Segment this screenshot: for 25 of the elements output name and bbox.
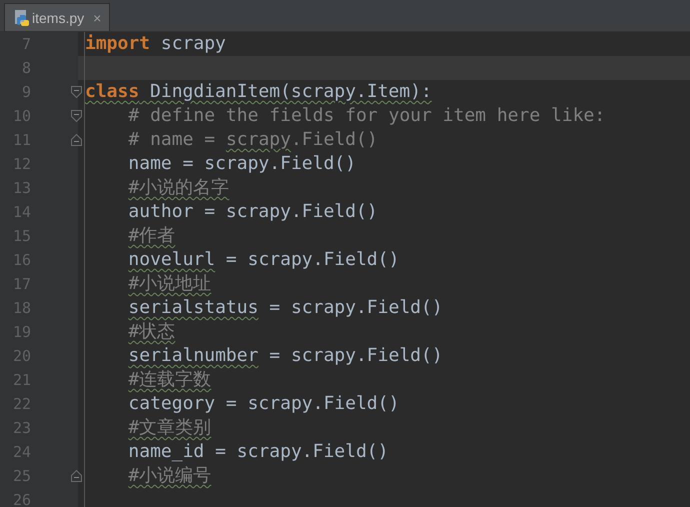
code-line: #小说编号 bbox=[128, 465, 212, 486]
fold-marker-icon[interactable] bbox=[71, 134, 82, 146]
code-line: author = scrapy.Field() bbox=[128, 201, 378, 222]
code-line: #状态 bbox=[128, 321, 176, 342]
code-line: serialnumber = scrapy.Field() bbox=[128, 345, 443, 366]
code-line: #连载字数 bbox=[128, 369, 212, 390]
code-line: #文章类别 bbox=[128, 417, 212, 438]
code-line: #小说地址 bbox=[128, 273, 212, 294]
code-line: name = scrapy.Field() bbox=[128, 153, 356, 174]
code-line: # define the fields for your item here like: bbox=[128, 105, 606, 126]
close-icon[interactable]: × bbox=[93, 10, 102, 26]
code-line: serialstatus = scrapy.Field() bbox=[128, 297, 443, 318]
code-line: class DingdianItem(scrapy.Item): bbox=[85, 81, 432, 102]
fold-marker-icon[interactable] bbox=[71, 110, 82, 122]
code-line: category = scrapy.Field() bbox=[128, 393, 400, 414]
code-line: #作者 bbox=[128, 225, 176, 246]
fold-marker-icon[interactable] bbox=[71, 86, 82, 98]
fold-marker-icon[interactable] bbox=[71, 470, 82, 482]
code-line: # name = scrapy.Field() bbox=[128, 129, 378, 150]
file-tab[interactable]: items.py × bbox=[4, 3, 110, 31]
python-file-icon bbox=[15, 10, 29, 26]
code-line: import scrapy bbox=[85, 33, 226, 54]
code-line: novelurl = scrapy.Field() bbox=[128, 249, 400, 270]
code-line: #小说的名字 bbox=[128, 177, 230, 198]
code-line: name_id = scrapy.Field() bbox=[128, 441, 388, 462]
